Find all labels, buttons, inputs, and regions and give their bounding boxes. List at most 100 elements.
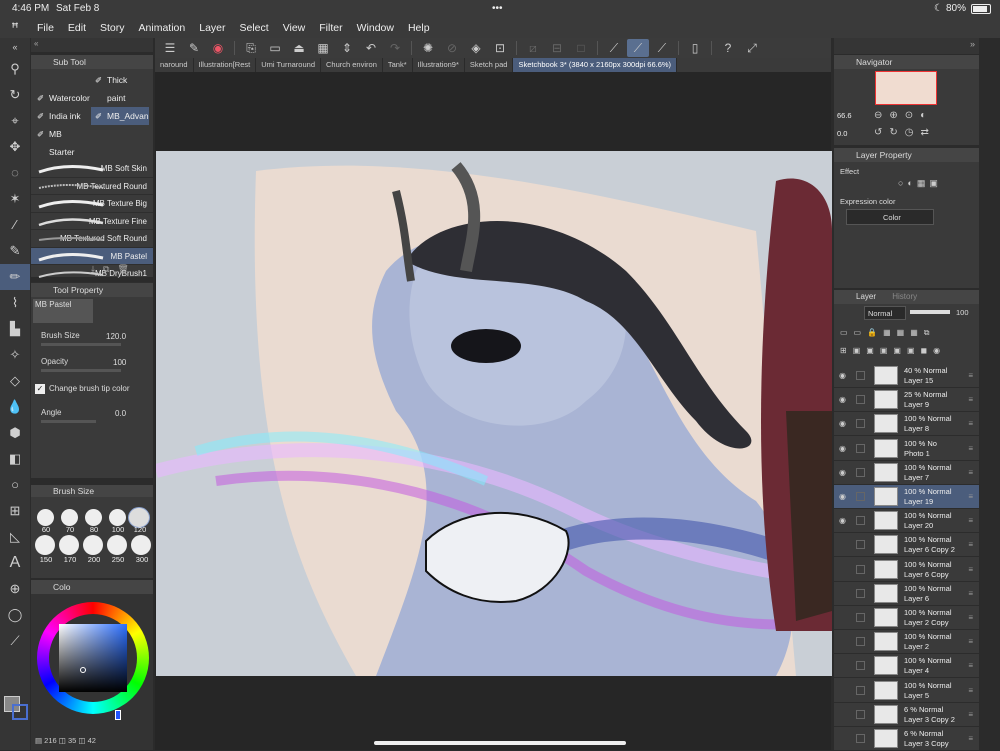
menu-story[interactable]: Story	[93, 22, 132, 34]
size-dot[interactable]	[109, 509, 126, 526]
layer-row[interactable]: 6 % Normal Layer 3 Copy 2 ≡	[834, 703, 979, 727]
layer-select-checkbox[interactable]	[856, 709, 865, 719]
layer-drag-handle-icon[interactable]: ≡	[968, 710, 973, 719]
layer-drag-handle-icon[interactable]: ≡	[968, 637, 973, 646]
tab-church-environ[interactable]: Church environ	[321, 58, 383, 72]
blend-mode-select[interactable]: Normal	[864, 306, 906, 320]
layer-select-checkbox[interactable]	[856, 492, 865, 501]
layer-drag-handle-icon[interactable]: ≡	[968, 492, 973, 501]
rotate-buttons[interactable]: ↺↻◷⇄	[874, 127, 936, 138]
rotation-value[interactable]: 0.0	[837, 129, 847, 138]
layer-opacity-value[interactable]: 100	[956, 308, 969, 317]
layer-opacity-slider[interactable]	[910, 310, 950, 314]
navigator-thumbnail[interactable]	[875, 71, 937, 105]
eye-icon[interactable]: ◉	[839, 419, 846, 428]
multitask-dots[interactable]: •••	[492, 3, 503, 14]
companion-device-icon[interactable]: ▯	[684, 39, 706, 57]
eraser-tool-icon[interactable]: ◇	[0, 368, 30, 394]
text-tool-icon[interactable]: A	[0, 550, 30, 576]
home-indicator[interactable]	[374, 741, 626, 745]
pen-pressure-icon[interactable]: ⟋	[651, 39, 673, 57]
layer-row[interactable]: 100 % Normal Layer 2 ≡	[834, 630, 979, 655]
eyedropper-tool-icon[interactable]: ⁄	[0, 212, 30, 238]
spinner-icon[interactable]: ⇕	[336, 39, 358, 57]
size-dot[interactable]	[59, 535, 79, 555]
menu-file[interactable]: File	[30, 22, 61, 34]
help-icon[interactable]: ?	[717, 39, 739, 57]
record-icon[interactable]: ◉	[207, 39, 229, 57]
expression-color-select[interactable]: Color	[846, 209, 934, 225]
menu-layer[interactable]: Layer	[192, 22, 232, 34]
loading-icon[interactable]: ✺	[417, 39, 439, 57]
tab-naround[interactable]: naround	[155, 58, 194, 72]
tab-tank[interactable]: Tank*	[383, 58, 413, 72]
sub-color-swatch[interactable]	[12, 704, 28, 720]
lasso-tool-icon[interactable]: ◌	[0, 160, 30, 186]
effect-buttons[interactable]: ○◐▦▣	[898, 178, 968, 192]
layer-select-checkbox[interactable]	[856, 734, 865, 743]
layer-select-checkbox[interactable]	[856, 588, 865, 598]
line-tool-icon[interactable]: ⟋	[0, 628, 30, 654]
saturation-value-square[interactable]	[59, 624, 127, 692]
move-layer-tool-icon[interactable]: ✥	[0, 134, 30, 160]
tab-illustration9[interactable]: Illustration9*	[413, 58, 465, 72]
hamburger-menu-icon[interactable]: ☰	[159, 39, 181, 57]
collapse-icon[interactable]: «	[0, 38, 30, 56]
brush-size-slider[interactable]	[41, 343, 121, 346]
new-file-icon[interactable]: ⎘	[240, 39, 262, 57]
tab-umi-turnaround[interactable]: Umi Turnaround	[256, 58, 321, 72]
layer-row[interactable]: 100 % Normal Layer 2 Copy ≡	[834, 606, 979, 630]
size-dot[interactable]	[61, 509, 78, 526]
layer-row[interactable]: 100 % Normal Layer 6 ≡	[834, 582, 979, 606]
eye-icon[interactable]: ◉	[839, 492, 846, 501]
layer-drag-handle-icon[interactable]: ≡	[968, 516, 973, 525]
layer-row[interactable]: ◉ 100 % Normal Layer 8 ≡	[834, 412, 979, 437]
zoom-buttons[interactable]: ⊖⊕⊙◐	[874, 110, 933, 121]
brush-size-value[interactable]: 120.0	[106, 332, 126, 341]
clear-icon[interactable]: ⊘	[441, 39, 463, 57]
pencil-tool-icon[interactable]: ✏	[0, 264, 30, 290]
hue-handle[interactable]	[115, 710, 121, 720]
brush-item[interactable]: MB Textured Soft Round	[31, 230, 153, 248]
layer-select-checkbox[interactable]	[856, 395, 865, 405]
layer-select-checkbox[interactable]	[856, 661, 865, 671]
size-dot[interactable]	[83, 535, 103, 555]
layer-drag-handle-icon[interactable]: ≡	[968, 661, 973, 670]
sub-tool-actions[interactable]: ⤓⧉🗑	[91, 264, 137, 275]
brush-item[interactable]: MB Textured Round	[31, 178, 153, 195]
menu-edit[interactable]: Edit	[61, 22, 93, 34]
eye-icon[interactable]: ◉	[839, 516, 846, 525]
operation-tool-icon[interactable]: ⌖	[0, 108, 30, 134]
angle-value[interactable]: 0.0	[115, 409, 126, 418]
layer-select-checkbox[interactable]	[856, 613, 865, 622]
layer-select-checkbox[interactable]	[856, 467, 865, 477]
angle-slider[interactable]	[41, 420, 96, 423]
fill-icon[interactable]: ◈	[465, 39, 487, 57]
selection-box-icon[interactable]: □	[570, 39, 592, 57]
save-icon[interactable]: ⏏	[288, 39, 310, 57]
deselect-icon[interactable]: ⧄	[522, 39, 544, 57]
group-mb-starter[interactable]: ✐ MB Starter	[33, 125, 91, 157]
color-picker-cursor[interactable]	[80, 667, 86, 673]
layer-drag-handle-icon[interactable]: ≡	[968, 589, 973, 598]
layer-row[interactable]: ◉ 25 % Normal Layer 9 ≡	[834, 388, 979, 413]
open-folder-icon[interactable]: ▭	[264, 39, 286, 57]
eye-icon[interactable]: ◉	[839, 395, 846, 404]
layer-drag-handle-icon[interactable]: ≡	[968, 734, 973, 743]
eye-icon[interactable]: ◉	[839, 468, 846, 477]
layer-row[interactable]: 100 % Normal Layer 5 ≡	[834, 679, 979, 703]
size-dot[interactable]	[85, 509, 102, 526]
move-tool-icon[interactable]: ↻	[0, 82, 30, 108]
change-tip-checkbox[interactable]: ✓	[35, 384, 45, 394]
figure-tool-icon[interactable]: ○	[0, 472, 30, 498]
redo-icon[interactable]: ↷	[384, 39, 406, 57]
brush-tool-icon[interactable]: ⌇	[0, 290, 30, 316]
layer-row[interactable]: 6 % Normal Layer 3 Copy ≡	[834, 727, 979, 751]
edit-pen-icon[interactable]: ✎	[183, 39, 205, 57]
opacity-value[interactable]: 100	[113, 358, 126, 367]
layer-select-checkbox[interactable]	[856, 419, 865, 429]
fullscreen-icon[interactable]: ⤢	[741, 39, 763, 57]
menu-animation[interactable]: Animation	[132, 22, 193, 34]
tab-sketchbook-3[interactable]: Sketchbook 3* (3840 x 2160px 300dpi 66.6…	[513, 58, 678, 72]
zoom-tool-icon[interactable]: ⚲	[0, 56, 30, 82]
